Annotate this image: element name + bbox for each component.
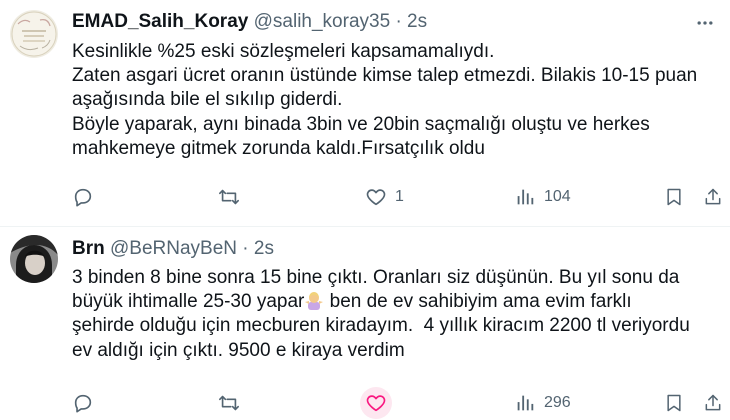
- retweet-icon: [219, 189, 239, 205]
- author-name[interactable]: Brn: [72, 238, 105, 259]
- separator-dot: ·: [242, 238, 249, 259]
- tweet-text-line: Kesinlikle %25 eski sözleşmeleri kapsama…: [72, 41, 495, 62]
- views-button[interactable]: 296: [514, 391, 571, 415]
- retweet-button[interactable]: [217, 391, 241, 415]
- tweet-text-line: mahkemeye gitmek zorunda kaldı.Fırsatçıl…: [72, 137, 485, 159]
- tweet-text-line: Böyle yaparak, aynı binada 3bin ve 20bin…: [72, 113, 650, 135]
- tweet-text-line: Zaten asgari ücret oranın üstünde kimse …: [72, 65, 698, 87]
- avatar[interactable]: [10, 235, 58, 283]
- avatar-image: [10, 235, 58, 283]
- tweet[interactable]: EMAD_Salih_Koray @salih_koray35 · 2s Kes…: [0, 0, 730, 227]
- tweet-header: EMAD_Salih_Koray @salih_koray35 · 2s: [72, 10, 690, 34]
- author-handle[interactable]: @BeRNayBeN: [110, 238, 237, 259]
- tweet-header: Brn @BeRNayBeN · 2s: [72, 237, 690, 261]
- bookmark-icon: [667, 188, 681, 206]
- bookmark-icon: [667, 394, 681, 412]
- avatar-image: [10, 10, 58, 58]
- views-chart-icon: [517, 189, 534, 205]
- views-chart-icon: [517, 395, 534, 411]
- tweet-actions: 1 104: [0, 185, 730, 209]
- views-count: 296: [544, 394, 571, 411]
- retweet-button[interactable]: [217, 185, 241, 209]
- heart-icon: [366, 395, 386, 412]
- like-button[interactable]: [360, 387, 392, 419]
- tweet-text-line: aşağısında bile el sıkılıp giderdi.: [72, 89, 343, 111]
- tweet-text-paragraph: 3 binden 8 bine sonra 15 bine çıktı. Ora…: [72, 266, 694, 363]
- like-count: 1: [395, 188, 404, 205]
- share-icon: [705, 394, 721, 411]
- retweet-icon: [219, 395, 239, 411]
- timestamp[interactable]: 2s: [254, 238, 274, 259]
- avatar[interactable]: [10, 10, 58, 58]
- share-button[interactable]: [703, 185, 723, 209]
- separator-dot: ·: [395, 11, 402, 32]
- tweet[interactable]: Brn @BeRNayBeN · 2s 3 binden 8 bine sonr…: [0, 227, 730, 420]
- bookmark-button[interactable]: [664, 391, 684, 415]
- more-options-icon[interactable]: [692, 11, 718, 35]
- like-button[interactable]: 1: [365, 185, 404, 209]
- views-count: 104: [544, 188, 571, 205]
- share-button[interactable]: [703, 391, 723, 415]
- author-name[interactable]: EMAD_Salih_Koray: [72, 11, 248, 32]
- reply-icon: [74, 394, 92, 413]
- reply-icon: [74, 188, 92, 207]
- author-handle[interactable]: @salih_koray35: [254, 11, 391, 32]
- share-icon: [705, 188, 721, 205]
- reply-button[interactable]: [72, 185, 94, 209]
- tweet-text: Kesinlikle %25 eski sözleşmeleri kapsama…: [72, 40, 700, 161]
- tweet-text: 3 binden 8 bine sonra 15 bine çıktı. Ora…: [72, 266, 694, 363]
- reply-button[interactable]: [72, 391, 94, 415]
- woman-shrugging-emoji: [305, 292, 324, 311]
- bookmark-button[interactable]: [664, 185, 684, 209]
- views-button[interactable]: 104: [514, 185, 571, 209]
- timestamp[interactable]: 2s: [407, 11, 427, 32]
- like-hover-highlight: [360, 387, 392, 419]
- tweet-actions: 296: [0, 387, 730, 419]
- heart-icon: [366, 189, 386, 206]
